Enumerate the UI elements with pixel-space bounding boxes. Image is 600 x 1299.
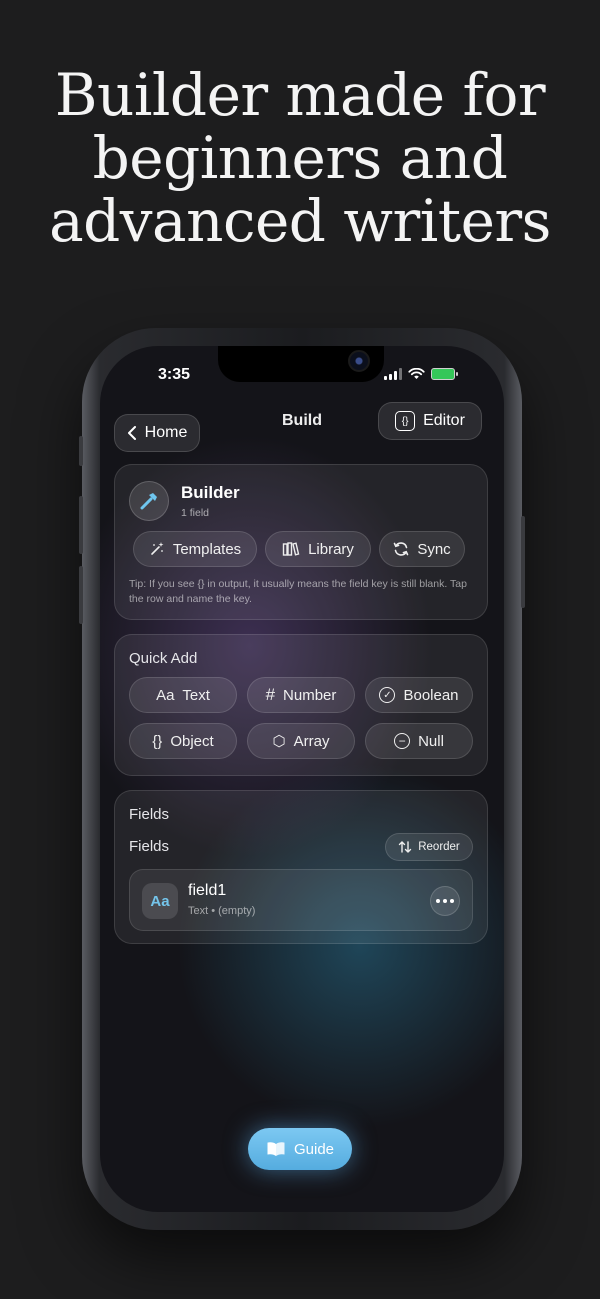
- field-meta: Text • (empty): [188, 905, 256, 917]
- builder-card: Builder 1 field Templates Library Sync T…: [114, 464, 488, 620]
- headline-line-2: beginners and: [92, 124, 508, 192]
- magic-wand-icon: [151, 542, 164, 555]
- builder-subtitle: 1 field: [181, 507, 210, 519]
- reorder-button[interactable]: Reorder: [385, 833, 473, 861]
- wifi-icon: [408, 368, 425, 379]
- mute-switch: [79, 436, 83, 466]
- guide-label: Guide: [293, 1140, 335, 1158]
- signal-icon: [384, 368, 402, 380]
- quick-add-title: Quick Add: [129, 650, 198, 667]
- templates-button[interactable]: Templates: [133, 531, 257, 567]
- add-number-label: Number: [283, 686, 337, 704]
- add-number-button[interactable]: # Number: [247, 677, 355, 713]
- sync-button[interactable]: Sync: [379, 531, 465, 567]
- fields-list-title: Fields: [129, 838, 170, 855]
- sync-icon: [394, 542, 409, 556]
- field-row[interactable]: Aa field1 Text • (empty): [129, 869, 473, 931]
- volume-up-button: [79, 496, 83, 554]
- phone-screen: 3:35 Home Build {} Editor Builder 1 fiel…: [100, 346, 504, 1212]
- quick-add-card: Quick Add Aa Text # Number ✓ Boolean {} …: [114, 634, 488, 776]
- hammer-icon: [129, 481, 169, 521]
- power-button: [521, 516, 525, 608]
- editor-button[interactable]: {} Editor: [378, 402, 482, 440]
- text-type-icon: Aa: [156, 686, 175, 704]
- add-null-button[interactable]: − Null: [365, 723, 473, 759]
- book-open-icon: [267, 1142, 285, 1156]
- add-object-label: Object: [170, 732, 214, 750]
- reorder-label: Reorder: [418, 841, 460, 853]
- fields-section-title: Fields: [129, 806, 170, 823]
- templates-label: Templates: [172, 540, 242, 558]
- cube-stack-icon: ⬡: [272, 733, 286, 750]
- check-circle-icon: ✓: [379, 687, 396, 703]
- field-name: field1: [188, 882, 227, 899]
- headline-line-3: advanced writers: [49, 187, 551, 255]
- text-type-badge: Aa: [142, 883, 178, 919]
- library-label: Library: [308, 540, 354, 558]
- add-boolean-button[interactable]: ✓ Boolean: [365, 677, 473, 713]
- headline-line-1: Builder made for: [54, 61, 546, 129]
- add-array-label: Array: [293, 732, 330, 750]
- headline: Builder made for beginners and advanced …: [0, 64, 600, 253]
- add-text-button[interactable]: Aa Text: [129, 677, 237, 713]
- reorder-arrows-icon: [399, 841, 412, 853]
- add-text-label: Text: [182, 686, 210, 704]
- notch: [218, 346, 384, 382]
- volume-down-button: [79, 566, 83, 624]
- status-icons: [384, 368, 458, 380]
- battery-icon: [431, 368, 458, 380]
- status-time: 3:35: [158, 366, 191, 383]
- phone-frame: 3:35 Home Build {} Editor Builder 1 fiel…: [79, 328, 525, 1230]
- add-null-label: Null: [418, 732, 444, 750]
- minus-circle-icon: −: [394, 733, 411, 749]
- editor-button-label: Editor: [423, 412, 465, 429]
- tip-text: Tip: If you see {} in output, it usually…: [129, 578, 467, 605]
- camera-icon: [348, 350, 370, 372]
- builder-title: Builder: [181, 483, 240, 502]
- add-boolean-label: Boolean: [403, 686, 459, 704]
- more-options-icon[interactable]: [430, 886, 460, 916]
- add-object-button[interactable]: {} Object: [129, 723, 237, 759]
- hash-icon: #: [265, 685, 276, 704]
- fields-card: Fields Fields Reorder Aa field1 Text • (…: [114, 790, 488, 944]
- sync-label: Sync: [417, 540, 451, 558]
- library-button[interactable]: Library: [265, 531, 371, 567]
- braces-icon: {}: [152, 732, 163, 750]
- guide-button[interactable]: Guide: [248, 1128, 352, 1170]
- add-array-button[interactable]: ⬡ Array: [247, 723, 355, 759]
- braces-icon: {}: [395, 411, 416, 431]
- books-icon: [282, 542, 300, 556]
